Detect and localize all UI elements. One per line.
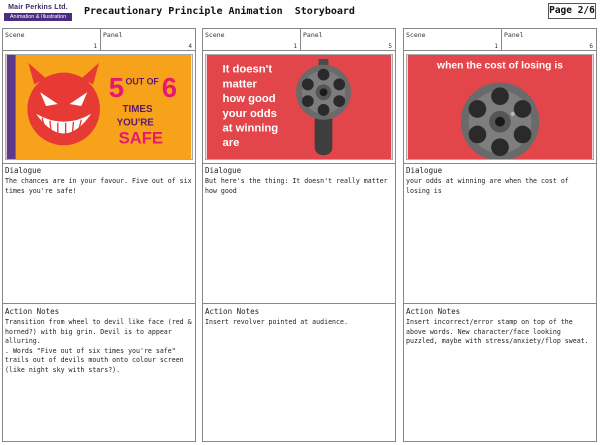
action-note-line: Insert incorrect/error stamp on top of t… [406, 318, 589, 346]
storyboard-frame-cost: when the cost of losing is [406, 54, 594, 160]
storyboard-panel-3: Scene 1 Panel 6 when the cost of losing … [403, 28, 597, 442]
panel-label: Panel [103, 31, 123, 39]
company-logo: Mair Perkins Ltd. Animation & Illustrati… [4, 4, 72, 22]
scene-cell: Scene 1 [203, 29, 301, 51]
text-line-3: how good [222, 93, 275, 105]
section-divider [404, 303, 596, 304]
panel-cell: Panel 6 [502, 29, 596, 51]
revolver-closeup-icon [460, 82, 540, 159]
scene-cell: Scene 1 [3, 29, 101, 51]
panel-header: Scene 1 Panel 5 [203, 29, 395, 51]
text-five: 5 [109, 72, 124, 103]
action-notes-label: Action Notes [406, 307, 461, 316]
panel-number: 4 [188, 43, 192, 50]
devil-face-icon [27, 62, 100, 146]
dialogue-label: Dialogue [205, 166, 242, 175]
scene-label: Scene [406, 31, 426, 39]
text-out-of: OUT OF [125, 76, 159, 86]
storyboard-panel-1: Scene 1 Panel 4 5 OUT OF 6 TIMES YOU'RE … [2, 28, 196, 442]
text-line-6: are [222, 137, 239, 149]
section-divider [203, 303, 395, 304]
section-divider [404, 163, 596, 164]
scene-number: 1 [93, 43, 97, 50]
scene-label: Scene [5, 31, 25, 39]
action-notes-text: Insert revolver pointed at audience. [205, 318, 393, 328]
scene-number: 1 [494, 43, 498, 50]
panel-cell: Panel 4 [101, 29, 195, 51]
text-line-2: matter [222, 78, 257, 90]
text-line-1: It doesn't [222, 64, 272, 76]
action-notes-label: Action Notes [205, 307, 260, 316]
section-divider [203, 163, 395, 164]
scene-label: Scene [205, 31, 225, 39]
action-note-line: Transition from wheel to devil like face… [5, 318, 192, 346]
panel-number: 5 [388, 43, 392, 50]
text-line-4: your odds [222, 108, 276, 120]
storyboard-panel-2: Scene 1 Panel 5 It doesn't matter how go… [202, 28, 396, 442]
dialogue-text: your odds at winning are when the cost o… [406, 177, 569, 195]
dialogue-text: But here's the thing: It doesn't really … [205, 177, 388, 195]
section-divider [3, 303, 195, 304]
panel-number: 6 [589, 43, 593, 50]
action-notes-text: Insert incorrect/error stamp on top of t… [406, 318, 594, 347]
document-title: Precautionary Principle Animation Storyb… [84, 6, 355, 17]
scene-cell: Scene 1 [404, 29, 502, 51]
storyboard-frame-revolver: It doesn't matter how good your odds at … [205, 54, 393, 160]
text-times: TIMES [123, 104, 153, 115]
text-six: 6 [162, 72, 177, 103]
section-divider [3, 163, 195, 164]
text-safe: SAFE [119, 128, 163, 147]
scene-number: 1 [293, 43, 297, 50]
action-note-line: . Words "Five out of six times you're sa… [5, 346, 184, 374]
action-notes-text: Transition from wheel to devil like face… [5, 318, 193, 376]
storyboard-frame-devil: 5 OUT OF 6 TIMES YOU'RE SAFE [5, 54, 193, 160]
page-number: Page 2/6 [548, 3, 596, 19]
panel-label: Panel [504, 31, 524, 39]
panel-cell: Panel 5 [301, 29, 395, 51]
logo-tagline: Animation & Illustration [4, 13, 72, 21]
text-line-1: when the cost of losing is [436, 61, 563, 72]
text-line-5: at winning [222, 123, 278, 135]
dialogue-text: The chances are in your favour. Five out… [5, 177, 192, 195]
panel-header: Scene 1 Panel 4 [3, 29, 195, 51]
dialogue-label: Dialogue [5, 166, 42, 175]
panel-header: Scene 1 Panel 6 [404, 29, 596, 51]
dialogue-label: Dialogue [406, 166, 443, 175]
action-note-line: Insert revolver pointed at audience. [205, 318, 348, 326]
text-youre: YOU'RE [117, 118, 155, 129]
action-notes-label: Action Notes [5, 307, 60, 316]
logo-name: Mair Perkins Ltd. [8, 4, 68, 11]
panel-label: Panel [303, 31, 323, 39]
